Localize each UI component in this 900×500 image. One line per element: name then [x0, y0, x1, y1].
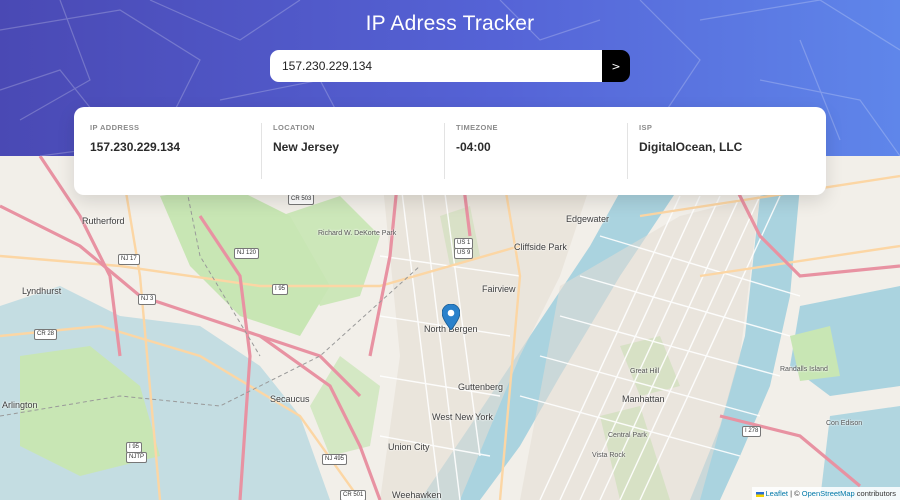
- page-title: IP Adress Tracker: [365, 12, 535, 35]
- info-value: New Jersey: [273, 140, 340, 154]
- ip-search-form: >: [270, 50, 630, 82]
- flag-icon: [755, 491, 764, 497]
- attribution-suffix: contributors: [854, 489, 896, 498]
- map-label-union-city: Union City: [388, 442, 430, 452]
- map-attribution: Leaflet | © OpenStreetMap contributors: [751, 487, 900, 500]
- info-label: TIMEZONE: [456, 123, 498, 132]
- map-label-dekorte-park: Richard W. DeKorte Park: [318, 230, 397, 237]
- map-label-west-new-york: West New York: [432, 412, 493, 422]
- map-label-lyndhurst: Lyndhurst: [22, 286, 62, 296]
- info-value: -04:00: [456, 140, 491, 154]
- road-shield-nj17: NJ 17: [118, 254, 140, 265]
- map-label-great-hill: Great Hill: [630, 368, 660, 375]
- info-label: IP ADDRESS: [90, 123, 140, 132]
- map-label-central-park: Central Park: [608, 432, 647, 439]
- road-shield-nj120: NJ 120: [234, 248, 260, 259]
- map-label-edgewater: Edgewater: [566, 214, 610, 224]
- road-shield-nj495: NJ 495: [322, 454, 348, 465]
- map-label-secaucus: Secaucus: [270, 394, 310, 404]
- map-label-weehawken: Weehawken: [392, 490, 442, 500]
- map-label-arlington: Arlington: [2, 400, 38, 410]
- search-submit-button[interactable]: >: [602, 50, 630, 82]
- info-value: 157.230.229.134: [90, 140, 181, 154]
- road-shield-nj3: NJ 3: [138, 294, 157, 305]
- info-label: ISP: [639, 123, 653, 132]
- info-isp: ISP DigitalOcean, LLC: [627, 123, 810, 179]
- map-label-cliffside-park: Cliffside Park: [514, 242, 567, 252]
- info-location: LOCATION New Jersey: [261, 123, 444, 179]
- map-label-rutherford: Rutherford: [82, 216, 125, 226]
- road-shield-us9: US 9: [454, 248, 474, 259]
- road-shield-cr501: CR 501: [340, 490, 367, 500]
- road-shield-i278: I 278: [742, 426, 762, 437]
- osm-link[interactable]: OpenStreetMap: [802, 489, 855, 498]
- map-label-con-edison: Con Edison: [826, 420, 863, 427]
- info-timezone: TIMEZONE -04:00: [444, 123, 627, 179]
- road-shield-cr503: CR 503: [288, 194, 315, 205]
- ip-search-input[interactable]: [270, 50, 602, 82]
- ip-info-card: IP ADDRESS 157.230.229.134 LOCATION New …: [74, 107, 826, 195]
- info-label: LOCATION: [273, 123, 315, 132]
- map-label-manhattan: Manhattan: [622, 394, 665, 404]
- attribution-separator: | ©: [788, 489, 802, 498]
- location-marker-icon[interactable]: [442, 304, 460, 330]
- info-value: DigitalOcean, LLC: [639, 140, 743, 154]
- leaflet-link[interactable]: Leaflet: [766, 489, 789, 498]
- info-ip-address: IP ADDRESS 157.230.229.134: [90, 123, 261, 179]
- map-label-vista-rock: Vista Rock: [592, 452, 626, 459]
- map-label-guttenberg: Guttenberg: [458, 382, 504, 392]
- road-shield-njtp: NJTP: [126, 452, 147, 463]
- map-label-randalls-island: Randalls Island: [780, 366, 828, 373]
- road-shield-i95: I 95: [272, 284, 289, 295]
- map-label-fairview: Fairview: [482, 284, 516, 294]
- road-shield-cr28: CR 28: [34, 329, 58, 340]
